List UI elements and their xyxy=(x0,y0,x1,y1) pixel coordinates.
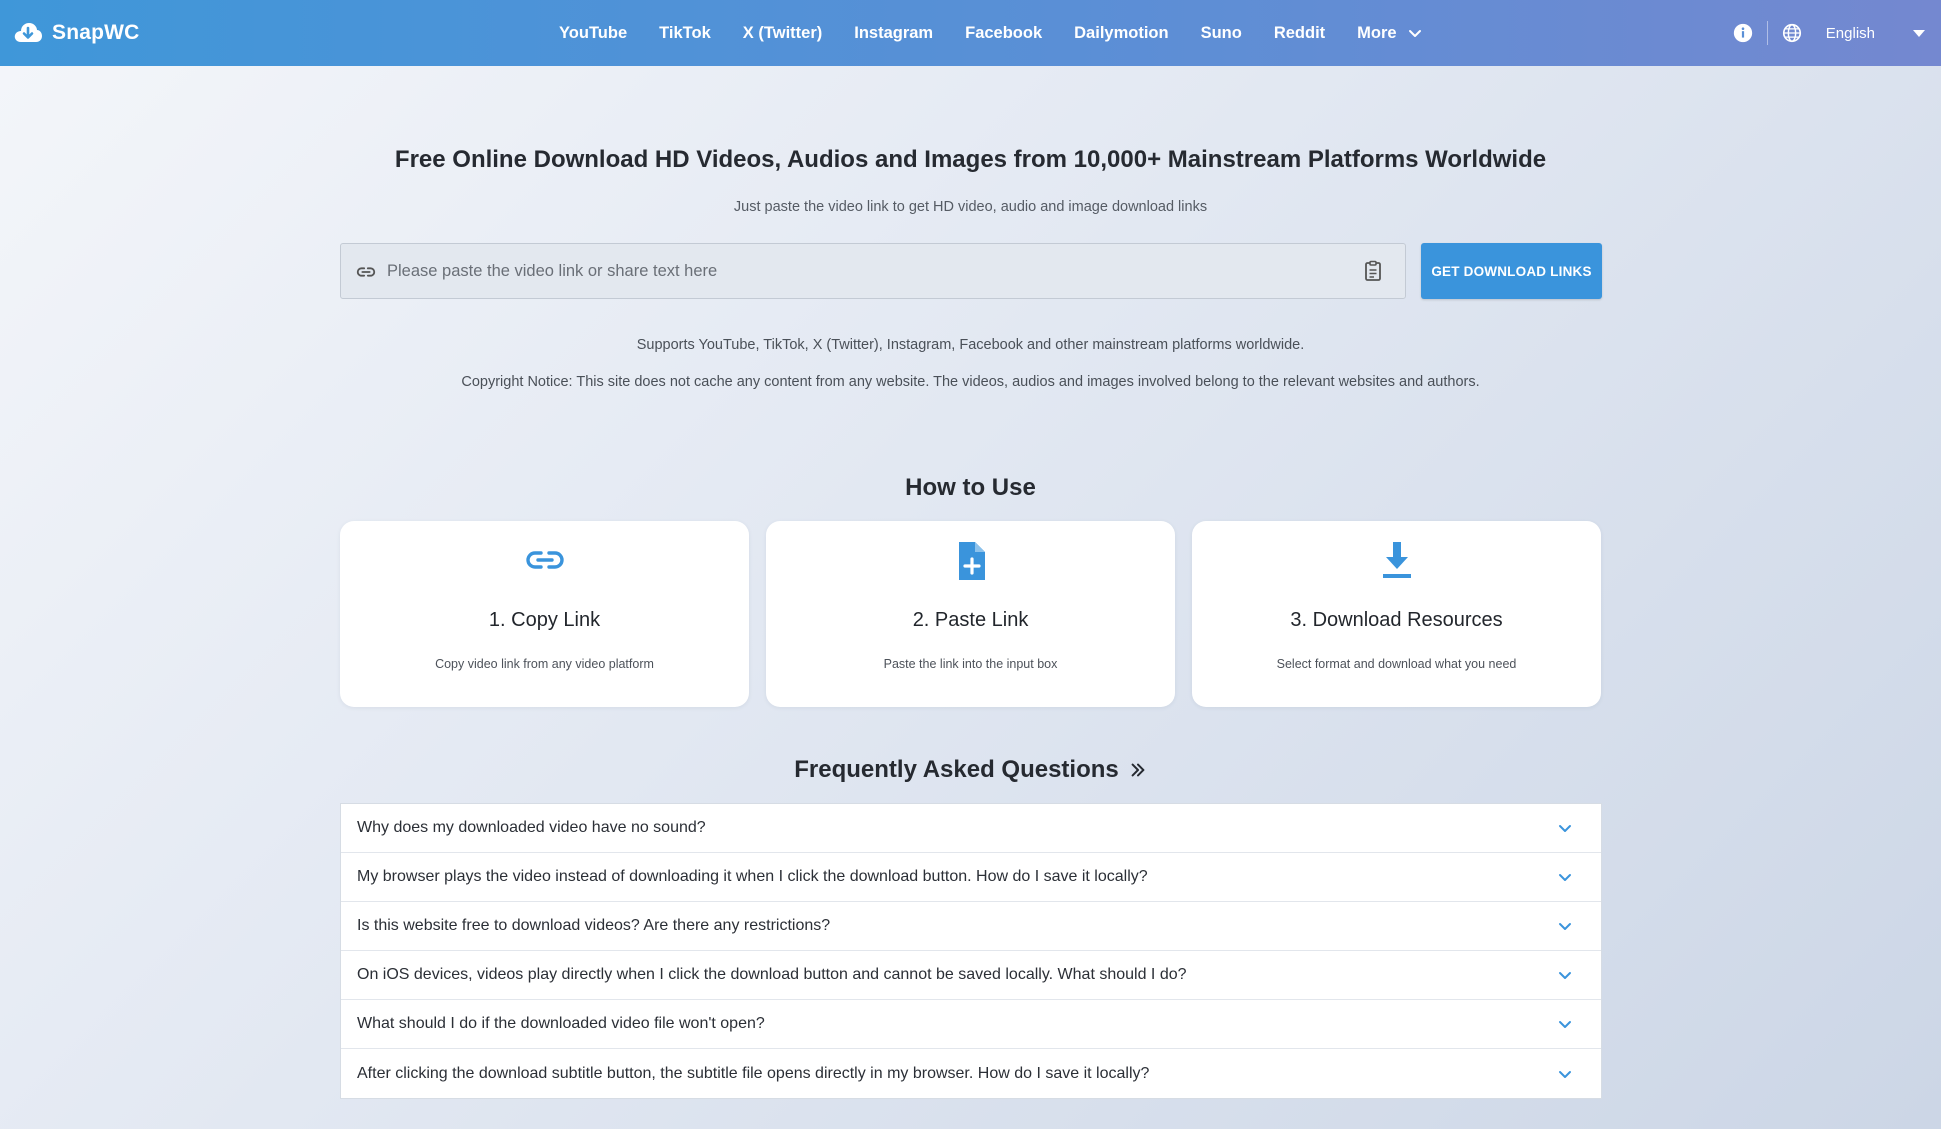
chevron-down-icon xyxy=(1559,1021,1571,1028)
language-selector[interactable]: English xyxy=(1826,25,1941,42)
nav-suno[interactable]: Suno xyxy=(1185,24,1258,43)
copyright-notice: Copyright Notice: This site does not cac… xyxy=(461,374,1480,390)
nav-instagram[interactable]: Instagram xyxy=(838,24,949,43)
link-icon xyxy=(340,539,749,583)
clipboard-paste-icon[interactable] xyxy=(1361,259,1385,283)
step-card-paste-link: 2. Paste Link Paste the link into the in… xyxy=(766,521,1175,707)
faq-item[interactable]: Is this website free to download videos?… xyxy=(341,902,1601,951)
step-title: 3. Download Resources xyxy=(1290,609,1503,631)
how-to-use-title: How to Use xyxy=(905,474,1036,501)
faq-item[interactable]: My browser plays the video instead of do… xyxy=(341,853,1601,902)
link-icon xyxy=(356,267,376,277)
file-plus-icon xyxy=(766,539,1175,583)
globe-icon[interactable] xyxy=(1780,21,1804,45)
nav-more-label: More xyxy=(1357,23,1397,42)
faq-question: Is this website free to download videos?… xyxy=(357,917,831,934)
cloud-download-icon xyxy=(14,23,42,42)
chevron-down-icon xyxy=(1408,30,1421,37)
header-tools: English xyxy=(1731,0,1941,66)
faq-question: On iOS devices, videos play directly whe… xyxy=(357,966,1187,983)
supported-platforms-text: Supports YouTube, TikTok, X (Twitter), I… xyxy=(636,337,1305,353)
brand-logo-link[interactable]: SnapWC xyxy=(12,0,140,66)
main-nav: YouTube TikTok X (Twitter) Instagram Fac… xyxy=(543,0,1439,66)
double-chevron-right-icon xyxy=(1131,763,1145,777)
chevron-down-icon xyxy=(1559,874,1571,881)
step-description: Copy video link from any video platform xyxy=(435,657,654,671)
faq-question: My browser plays the video instead of do… xyxy=(357,868,1148,885)
brand-name: SnapWC xyxy=(52,21,140,44)
chevron-down-icon xyxy=(1559,972,1571,979)
nav-tiktok[interactable]: TikTok xyxy=(643,24,727,43)
video-link-input[interactable] xyxy=(387,244,1347,298)
faq-item[interactable]: After clicking the download subtitle but… xyxy=(341,1049,1601,1098)
language-label: English xyxy=(1825,24,1875,42)
caret-down-icon xyxy=(1913,29,1925,37)
step-card-download-resources: 3. Download Resources Select format and … xyxy=(1192,521,1601,707)
step-description: Select format and download what you need xyxy=(1276,657,1517,671)
hero-title: Free Online Download HD Videos, Audios a… xyxy=(394,146,1547,173)
header-divider xyxy=(1766,21,1768,45)
chevron-down-icon xyxy=(1559,923,1571,930)
info-icon[interactable] xyxy=(1731,21,1755,45)
nav-dailymotion[interactable]: Dailymotion xyxy=(1058,24,1184,43)
faq-accordion: Why does my downloaded video have no sou… xyxy=(340,803,1602,1099)
step-card-copy-link: 1. Copy Link Copy video link from any vi… xyxy=(340,521,749,707)
step-title: 2. Paste Link xyxy=(912,609,1029,631)
chevron-down-icon xyxy=(1559,825,1571,832)
step-description: Paste the link into the input box xyxy=(883,657,1058,671)
faq-item[interactable]: Why does my downloaded video have no sou… xyxy=(341,804,1601,853)
get-download-links-button[interactable]: GET DOWNLOAD LINKS xyxy=(1421,243,1602,299)
nav-reddit[interactable]: Reddit xyxy=(1258,24,1341,43)
nav-youtube[interactable]: YouTube xyxy=(543,24,643,43)
nav-x-twitter[interactable]: X (Twitter) xyxy=(727,24,838,43)
faq-question: What should I do if the downloaded video… xyxy=(357,1015,765,1032)
download-icon xyxy=(1192,539,1601,583)
chevron-down-icon xyxy=(1559,1070,1571,1078)
hero-subtitle: Just paste the video link to get HD vide… xyxy=(733,199,1208,215)
faq-question: After clicking the download subtitle but… xyxy=(357,1064,1150,1082)
faq-question: Why does my downloaded video have no sou… xyxy=(357,819,706,836)
nav-facebook[interactable]: Facebook xyxy=(949,24,1058,43)
link-input-box xyxy=(340,243,1406,299)
faq-title-link[interactable]: Frequently Asked Questions xyxy=(0,756,1941,784)
faq-item[interactable]: What should I do if the downloaded video… xyxy=(341,1000,1601,1049)
faq-title-text: Frequently Asked Questions xyxy=(794,756,1119,783)
top-navbar: SnapWC YouTube TikTok X (Twitter) Instag… xyxy=(0,0,1941,66)
step-title: 1. Copy Link xyxy=(488,609,601,631)
nav-more-menu[interactable]: More xyxy=(1341,24,1438,43)
faq-item[interactable]: On iOS devices, videos play directly whe… xyxy=(341,951,1601,1000)
